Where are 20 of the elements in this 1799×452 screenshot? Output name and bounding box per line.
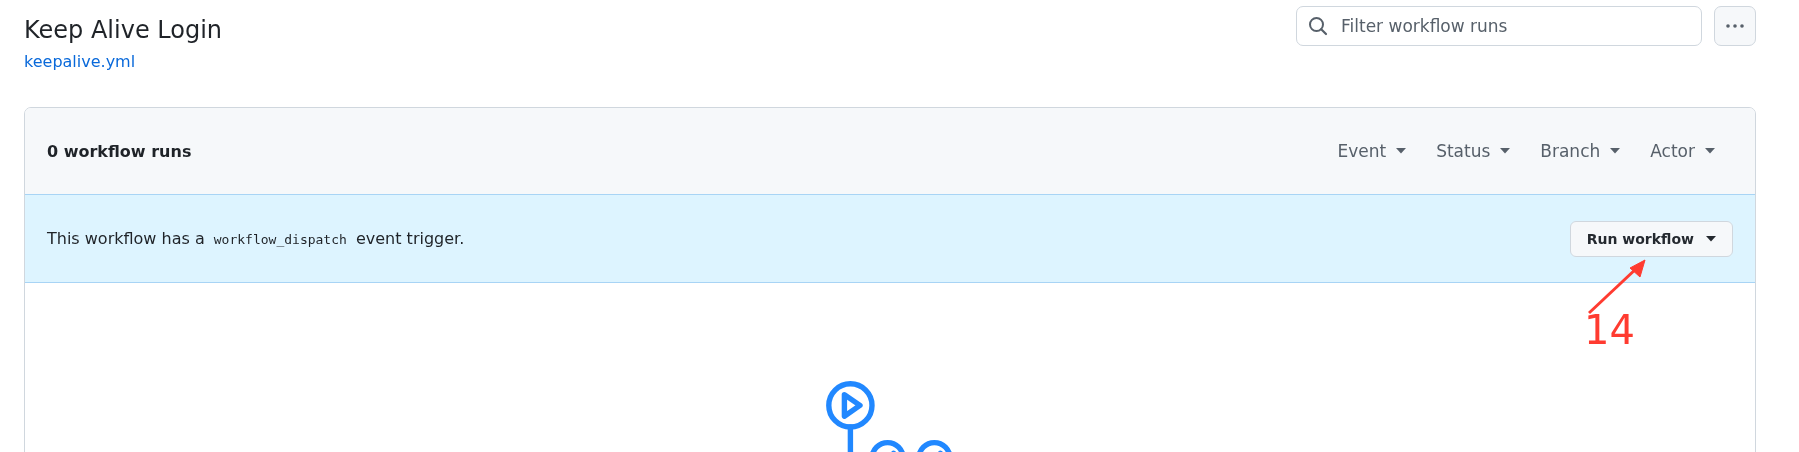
caret-icon xyxy=(1396,148,1407,154)
workflow-file-link[interactable]: keepalive.yml xyxy=(24,52,136,71)
caret-icon xyxy=(1706,235,1716,242)
filter-dropdown[interactable]: Actor xyxy=(1650,141,1715,161)
run-count: 0 workflow runs xyxy=(47,141,192,161)
annotation-arrow xyxy=(1586,258,1648,316)
filter-dropdown[interactable]: Event xyxy=(1337,141,1407,161)
dispatch-message: This workflow has a workflow_dispatch event trigger. xyxy=(47,229,465,248)
caret-icon xyxy=(1610,148,1621,154)
filter-dropdown[interactable]: Branch xyxy=(1540,141,1621,161)
run-workflow-button[interactable]: Run workflow xyxy=(1569,220,1733,257)
workflow-title: Keep Alive Login xyxy=(24,15,223,46)
more-options-button[interactable] xyxy=(1714,6,1756,46)
caret-icon xyxy=(1500,148,1511,154)
kebab-icon xyxy=(1726,24,1744,28)
annotation-number: 14 xyxy=(1584,310,1635,350)
filter-dropdown[interactable]: Status xyxy=(1436,141,1511,161)
caret-icon xyxy=(1705,148,1715,154)
search-icon xyxy=(1308,16,1328,36)
search-field[interactable]: Filter workflow runs xyxy=(1296,6,1702,46)
